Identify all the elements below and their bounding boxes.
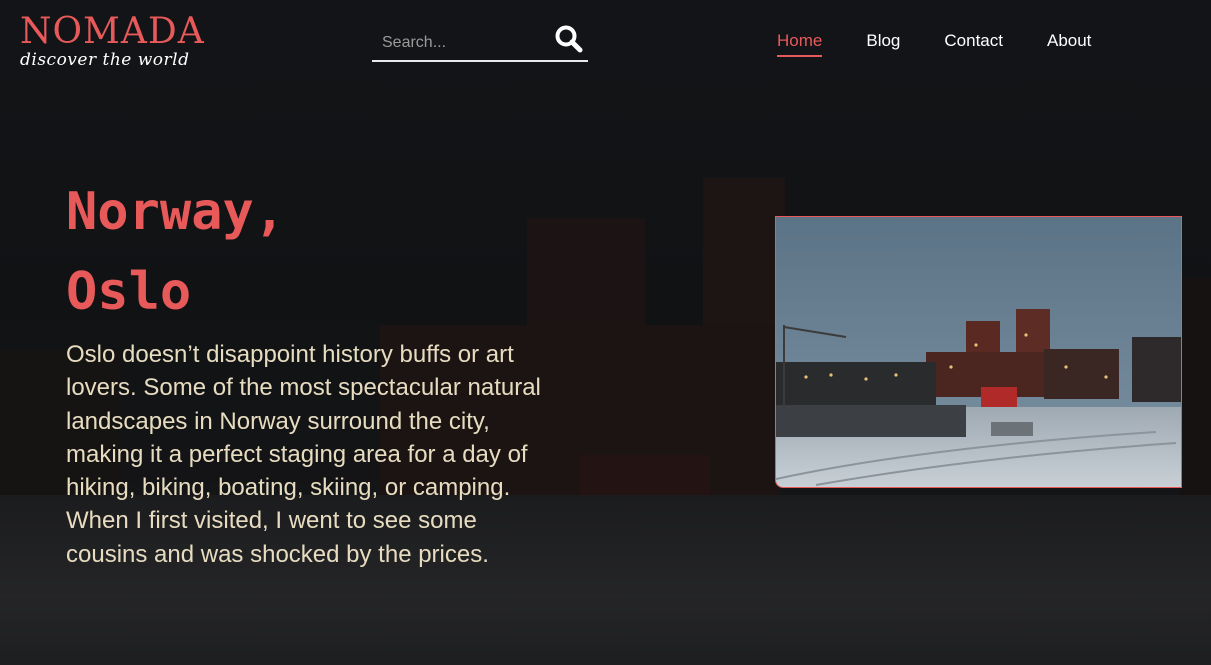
logo-title: NOMADA bbox=[20, 11, 205, 52]
logo-tagline: discover the world bbox=[20, 50, 190, 70]
search-icon bbox=[555, 25, 583, 53]
hero-title-line2: Oslo bbox=[66, 262, 192, 322]
search-input[interactable] bbox=[380, 30, 544, 56]
logo[interactable]: NOMADA discover the world bbox=[20, 11, 205, 71]
hero-title: Norway, Oslo bbox=[66, 172, 386, 332]
nav-contact[interactable]: Contact bbox=[944, 30, 1003, 57]
search-bar bbox=[372, 22, 588, 62]
nav-about[interactable]: About bbox=[1047, 30, 1091, 57]
search-button[interactable] bbox=[554, 24, 584, 54]
nav-blog[interactable]: Blog bbox=[866, 30, 900, 57]
main-nav: Home Blog Contact About bbox=[777, 30, 1091, 57]
oslo-city-photo bbox=[775, 216, 1182, 488]
site-header: NOMADA discover the world Home Blog Cont… bbox=[0, 0, 1211, 80]
hero-title-line1: Norway, bbox=[66, 182, 286, 242]
hero-description: Oslo doesn’t disappoint history buffs or… bbox=[66, 341, 541, 568]
oslo-city-illustration bbox=[776, 217, 1181, 487]
nav-home[interactable]: Home bbox=[777, 30, 823, 57]
